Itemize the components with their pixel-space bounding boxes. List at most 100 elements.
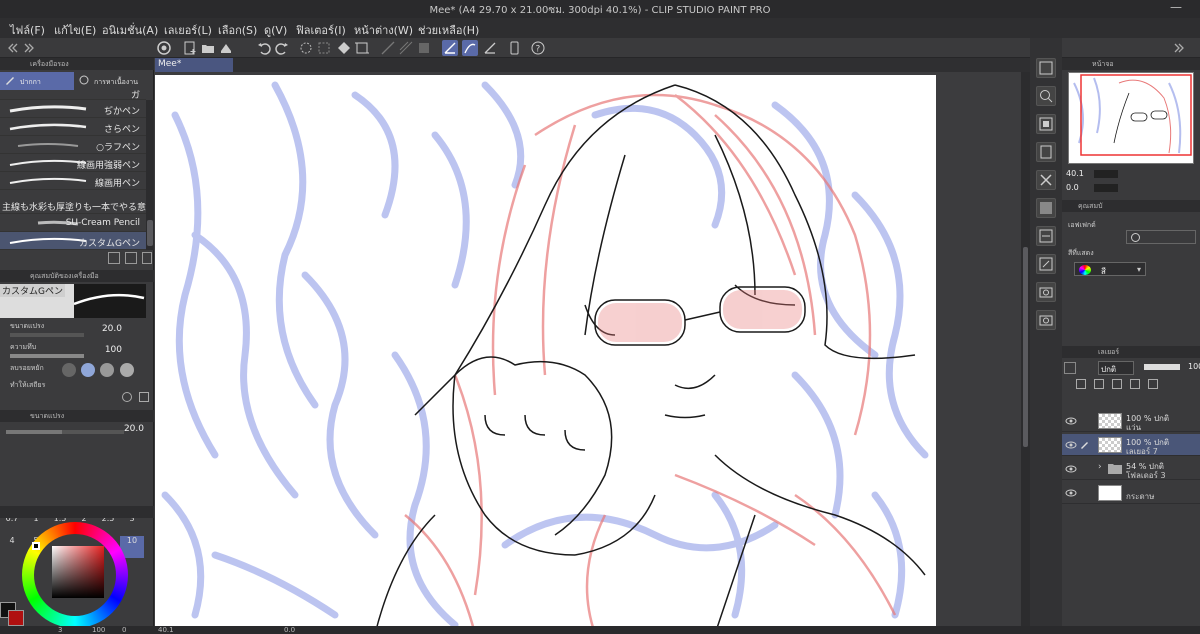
list-item[interactable]: 線画用ペン [0,172,146,190]
new-file-icon[interactable] [182,40,198,56]
status-left-info: 3 [58,626,63,634]
eye-icon[interactable] [1065,463,1077,475]
display-color-select[interactable]: สี ▾ [1074,262,1146,276]
layer-ref-icon[interactable] [1094,379,1104,389]
fill-icon[interactable] [336,40,352,56]
brush-list-scrollbar[interactable] [146,100,154,250]
size-preset[interactable]: 4 [0,536,24,558]
opacity-label: ความทึบ [10,343,37,351]
layer-clip-icon[interactable] [1076,379,1086,389]
menu-window[interactable]: หน้าต่าง(W) [354,21,413,39]
anti-alias-options[interactable] [62,363,134,380]
eye-icon[interactable] [1065,439,1077,451]
eye-icon[interactable] [1065,415,1077,427]
angle-icon[interactable] [482,40,498,56]
brush-name: カスタムGペン [79,239,140,249]
menu-help[interactable]: ช่วยเหลือ(H) [418,21,479,39]
line-tool-active-icon[interactable] [442,40,458,56]
layer-lock-icon[interactable] [1112,379,1122,389]
layer-color-icon[interactable] [1148,379,1158,389]
camera-icon[interactable] [1036,282,1056,302]
menu-animation[interactable]: อนิเมชั่น(A) [102,21,158,39]
list-item[interactable]: 線画用強弱ペン [0,154,146,172]
list-item[interactable]: さらペン [0,118,146,136]
material-icon[interactable] [1036,114,1056,134]
search-icon[interactable] [1036,86,1056,106]
collapse-far-right-icon[interactable] [1170,40,1186,56]
menu-file[interactable]: ไฟล์(F) [10,21,45,39]
stabilization-row[interactable]: ทำให้เสถียร [0,380,146,392]
anti-alias-row[interactable]: ลบรอยหยัก [0,362,146,382]
effect-mode-options[interactable] [1126,230,1196,244]
redo-icon[interactable] [274,40,290,56]
layer-row[interactable]: กระดาษ [1062,482,1200,504]
brush-size-row[interactable]: ขนาดแปรง 20.0 [0,320,146,340]
menu-edit[interactable]: แก้ไข(E) [54,21,96,39]
minimize-button[interactable]: — [1170,0,1182,14]
trash-icon[interactable] [142,252,153,264]
camera-alt-icon[interactable] [1036,310,1056,330]
navigator-icon[interactable] [1036,58,1056,78]
layer-mask-icon[interactable] [1130,379,1140,389]
display-color-value: สี [1101,267,1106,276]
clear-icon[interactable] [298,40,314,56]
sub-color-swatch[interactable] [8,610,24,626]
sub-view-icon[interactable] [1036,142,1056,162]
help-icon[interactable]: ? [530,40,546,56]
list-item[interactable]: ガ [0,90,146,101]
opacity-row[interactable]: ความทึบ 100 [0,341,146,361]
blend-mode-select[interactable]: ปกติ [1098,361,1134,375]
history-icon[interactable] [1036,254,1056,274]
menu-select[interactable]: เลือก(S) [218,21,257,39]
item-bank-icon[interactable] [1036,226,1056,246]
open-folder-icon[interactable] [200,40,216,56]
navigator-zoom-row[interactable]: 40.1 [1066,168,1196,180]
save-icon[interactable] [218,40,234,56]
navigator-thumbnail[interactable] [1068,72,1194,164]
layer-row[interactable]: 100 % ปกติ แว่น [1062,410,1200,432]
layer-row[interactable]: › 54 % ปกติ โฟลเดอร์ 3 [1062,458,1200,480]
tab-pen[interactable]: ปากกา [0,72,74,90]
canvas-area[interactable] [155,72,1021,634]
download-icon[interactable] [108,252,120,264]
settings-icon[interactable] [122,392,132,402]
layer-blend-row[interactable]: ปกติ 100 [1064,360,1200,376]
brush-size-slider[interactable] [10,333,84,337]
brush-size-palette-slider[interactable]: 20.0 [6,424,144,438]
list-item[interactable]: ○ラフペン [0,136,146,154]
menu-view[interactable]: ดู(V) [264,21,287,39]
layer-row-selected[interactable]: 100 % ปกติ เลเยอร์ 7 [1062,434,1200,456]
list-item[interactable]: SU-Cream Pencil [0,214,146,232]
list-item[interactable]: 主線も水彩も厚塗りも一本でやる意! [0,198,150,214]
special-ruler-snap-icon[interactable] [398,40,414,56]
navigator-rotate-row[interactable]: 0.0 [1066,182,1196,194]
brush-size-label: ขนาดแปรง [10,322,45,330]
color-saturation-square[interactable] [52,546,104,598]
expand-right-icon[interactable] [22,40,38,56]
menu-filter[interactable]: ฟิลเตอร์(I) [296,21,346,39]
curve-tool-active-icon[interactable] [462,40,478,56]
list-item-selected[interactable]: カスタムGペン [0,232,146,250]
copy-icon[interactable] [125,252,138,264]
undo-icon[interactable] [256,40,272,56]
color-handle[interactable] [32,542,40,550]
opacity-slider[interactable] [10,354,84,358]
collapse-left-icon[interactable] [4,40,20,56]
pattern-icon[interactable] [1036,198,1056,218]
drawing-paper[interactable] [155,75,936,634]
clip-studio-icon[interactable] [156,40,172,56]
grid-snap-icon[interactable] [416,40,432,56]
eye-icon[interactable] [1065,487,1077,499]
wrench-icon[interactable] [139,392,150,402]
menu-layer[interactable]: เลเยอร์(L) [164,21,212,39]
smartphone-icon[interactable] [506,40,522,56]
clear-outside-icon[interactable] [316,40,332,56]
close-x-icon[interactable] [1036,170,1056,190]
ruler-snap-icon[interactable] [380,40,396,56]
transform-icon[interactable] [354,40,370,56]
canvas-vertical-scrollbar[interactable] [1021,72,1030,634]
list-item[interactable]: ぢかペン [0,100,146,118]
brush-preview: カスタムGペン [0,284,74,318]
chevron-right-icon[interactable]: › [1098,462,1102,472]
tab-mee[interactable]: Mee* [155,58,233,72]
